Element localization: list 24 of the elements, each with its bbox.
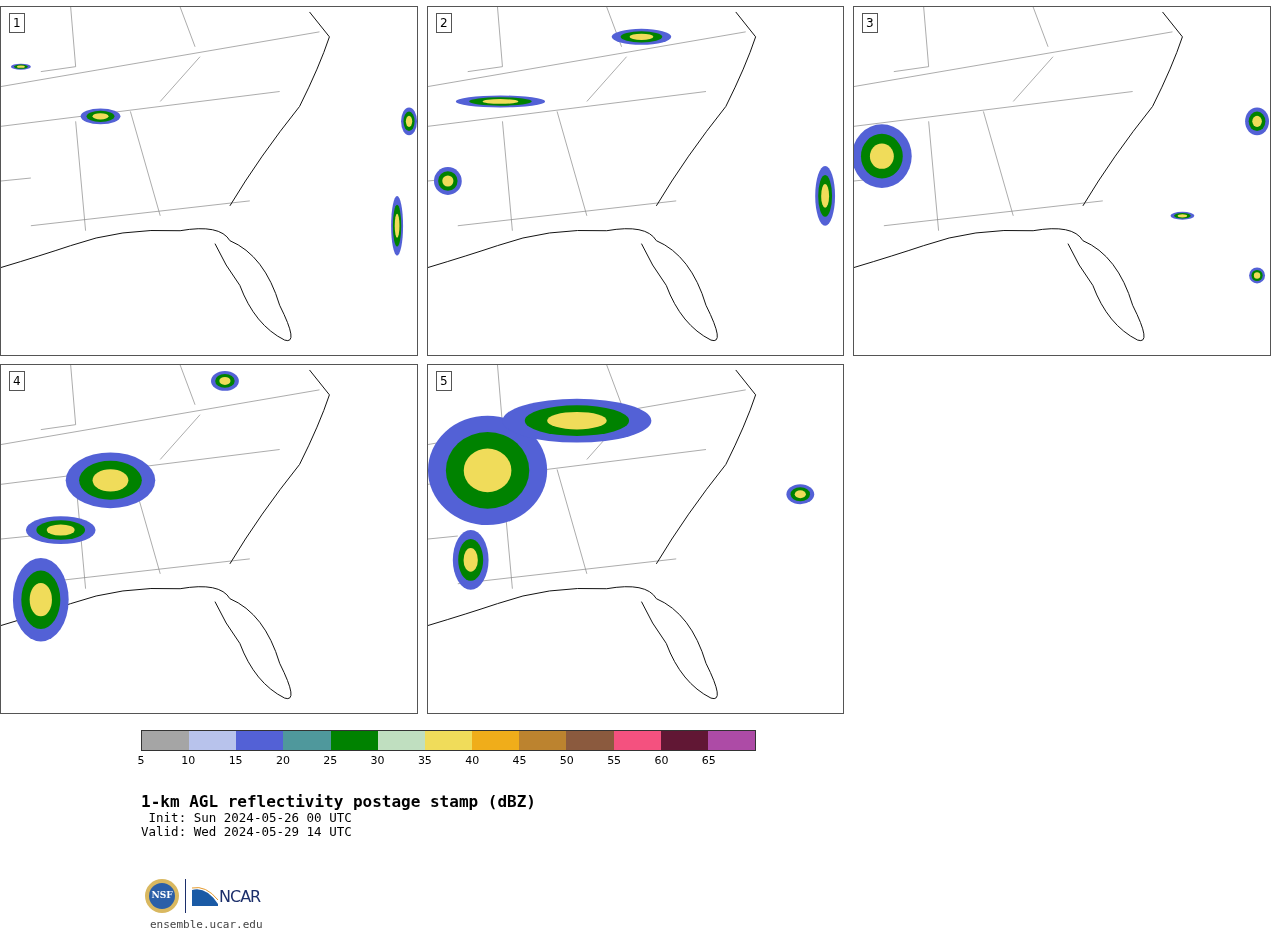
tick-label: 45 — [512, 755, 527, 767]
init-time: Init: Sun 2024-05-26 00 UTC — [147, 811, 353, 825]
valid-time: Valid: Wed 2024-05-29 14 UTC — [141, 825, 353, 839]
tick-label: 25 — [323, 755, 338, 767]
tick-label: 35 — [417, 755, 432, 767]
tick-label: 65 — [701, 755, 716, 767]
panel-number: 5 — [436, 371, 452, 391]
tick-label: 55 — [607, 755, 622, 767]
chart-title: 1-km AGL reflectivity postage stamp (dBZ) — [141, 793, 537, 811]
tick-label: 30 — [370, 755, 385, 767]
org-logo: NCAR — [192, 886, 261, 906]
tick-label: 50 — [559, 755, 574, 767]
panel-number: 1 — [9, 13, 25, 33]
tick-label: 10 — [181, 755, 196, 767]
panel-number: 4 — [9, 371, 25, 391]
panel-number: 3 — [862, 13, 878, 33]
site-url: ensemble.ucar.edu — [150, 919, 264, 931]
tick-label: 5 — [137, 755, 145, 767]
tick-label: 20 — [275, 755, 290, 767]
tick-label: 60 — [654, 755, 669, 767]
panel-number: 2 — [436, 13, 452, 33]
tick-label: 40 — [465, 755, 480, 767]
seal-logo: NSF — [145, 879, 179, 913]
tick-label: 15 — [228, 755, 243, 767]
